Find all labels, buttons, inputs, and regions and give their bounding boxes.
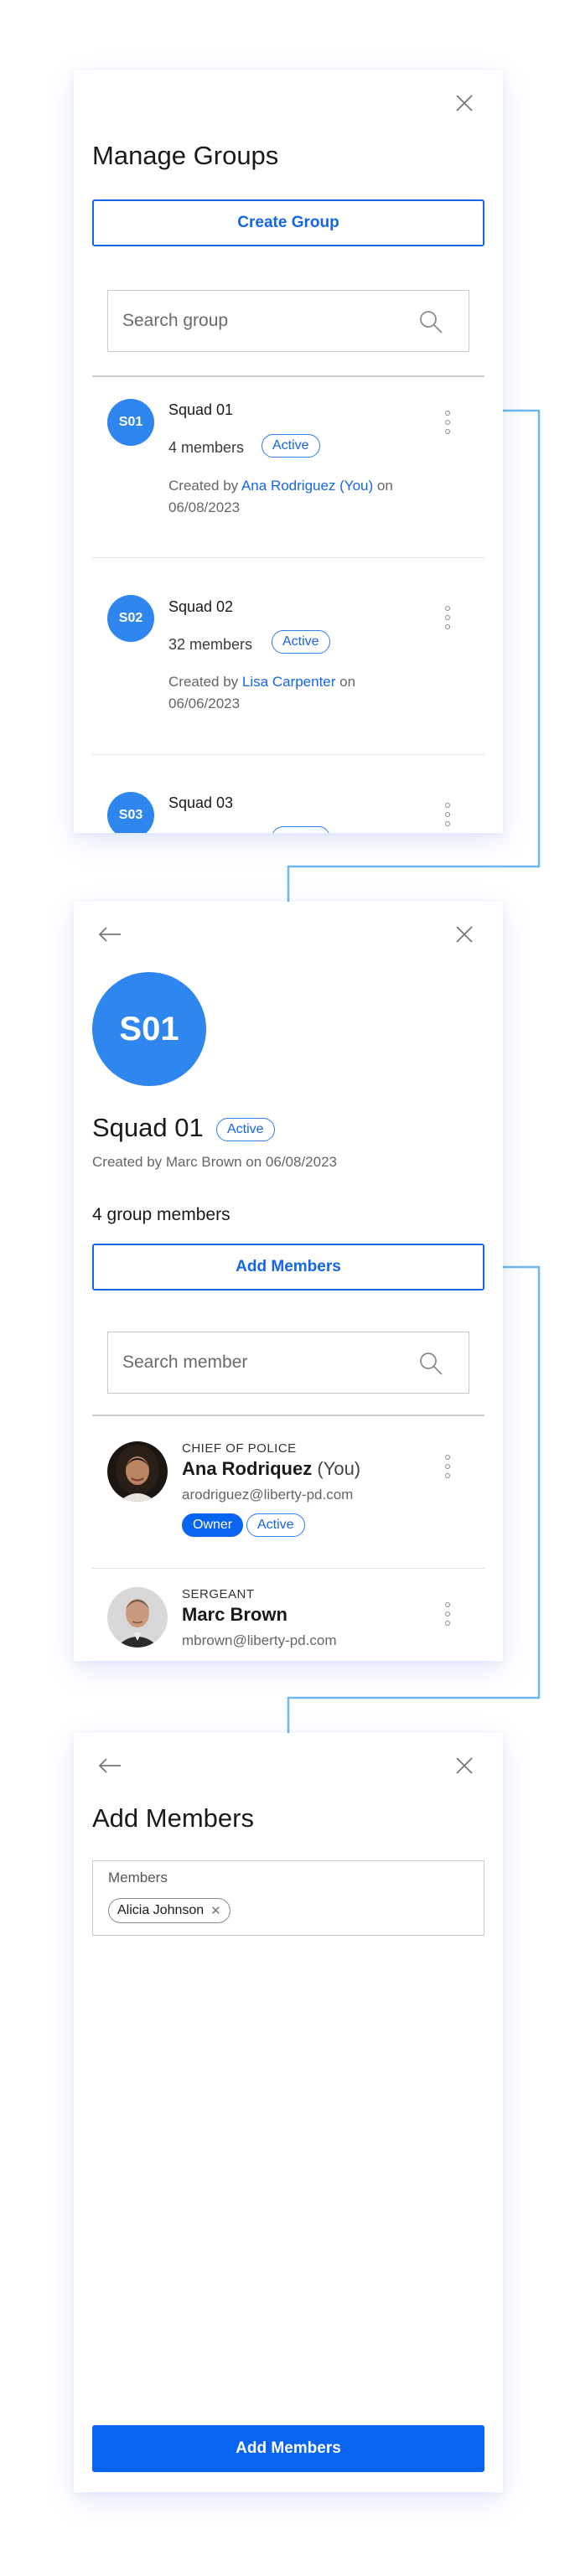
more-vertical-icon[interactable] — [443, 1455, 453, 1480]
member-role: CHIEF OF POLICE — [182, 1441, 297, 1456]
group-avatar-large: S01 — [92, 972, 206, 1086]
group-name: Squad 01 — [168, 401, 234, 418]
members-field-label: Members — [108, 1870, 168, 1885]
chip-label: Alicia Johnson — [117, 1903, 205, 1917]
add-members-panel: Add Members Members Alicia Johnson ✕ Add… — [74, 1733, 503, 2492]
group-member-count: 32 members — [168, 636, 253, 653]
divider — [92, 754, 484, 755]
back-arrow-icon[interactable] — [97, 925, 122, 944]
search-icon[interactable] — [418, 1351, 443, 1376]
status-badge — [272, 826, 330, 833]
remove-chip-icon[interactable]: ✕ — [210, 1903, 221, 1918]
created-prefix: Created by — [168, 674, 239, 690]
member-role: SERGEANT — [182, 1587, 255, 1601]
group-name: Squad 03 — [168, 794, 234, 811]
group-created-info: Created by Ana Rodriguez (You) on 06/08/… — [168, 475, 412, 519]
add-members-button[interactable]: Add Members — [92, 1244, 484, 1291]
member-email: mbrown@liberty-pd.com — [182, 1632, 337, 1648]
owner-badge: Owner — [182, 1513, 244, 1537]
member-name: Marc Brown — [182, 1604, 288, 1625]
page-title: Manage Groups — [92, 141, 279, 170]
page-title: Add Members — [92, 1803, 254, 1833]
status-badge: Active — [216, 1118, 275, 1141]
divider — [92, 375, 484, 377]
search-member-input[interactable]: Search member — [107, 1332, 469, 1394]
more-vertical-icon[interactable] — [443, 1602, 453, 1627]
more-vertical-icon[interactable] — [443, 803, 453, 828]
group-title: Squad 01 — [92, 1113, 204, 1142]
close-icon[interactable] — [455, 1756, 474, 1775]
member-email: arodriguez@liberty-pd.com — [182, 1487, 354, 1503]
divider — [92, 557, 484, 558]
search-icon[interactable] — [418, 309, 443, 334]
add-members-submit-button[interactable]: Add Members — [92, 2425, 484, 2472]
selected-member-chip[interactable]: Alicia Johnson ✕ — [108, 1898, 231, 1923]
group-member-count: 4 group members — [92, 1205, 231, 1224]
group-avatar: S03 — [107, 792, 154, 833]
create-group-button[interactable]: Create Group — [92, 199, 484, 246]
group-created-info: Created by Lisa Carpenter on 06/06/2023 — [168, 671, 412, 715]
member-name: Ana Rodriquez (You) — [182, 1458, 360, 1480]
member-avatar — [107, 1587, 168, 1648]
created-prefix: Created by — [168, 478, 239, 494]
creator-link[interactable]: Lisa Carpenter — [242, 674, 336, 690]
status-badge: Active — [246, 1513, 305, 1537]
more-vertical-icon[interactable] — [443, 411, 453, 436]
creator-link[interactable]: Ana Rodriguez (You) — [241, 478, 373, 494]
member-name-text: Ana Rodriquez — [182, 1458, 313, 1479]
close-icon[interactable] — [455, 925, 474, 944]
divider — [92, 1568, 484, 1569]
member-avatar — [107, 1441, 168, 1502]
back-arrow-icon[interactable] — [97, 1756, 122, 1775]
group-created-info: Created by Marc Brown on 06/08/2023 — [92, 1154, 338, 1170]
group-avatar: S02 — [107, 595, 154, 642]
status-badge: Active — [262, 434, 320, 458]
search-placeholder: Search member — [122, 1353, 248, 1372]
group-avatar: S01 — [107, 399, 154, 446]
group-detail-panel: S01 Squad 01 Active Created by Marc Brow… — [74, 902, 503, 1661]
search-placeholder: Search group — [122, 311, 229, 330]
status-badge: Active — [272, 630, 330, 654]
group-name: Squad 02 — [168, 598, 234, 615]
group-member-count: 4 members — [168, 439, 245, 456]
member-you-indicator: (You) — [317, 1458, 361, 1479]
close-icon[interactable] — [455, 94, 474, 112]
divider — [92, 1415, 484, 1416]
more-vertical-icon[interactable] — [443, 606, 453, 631]
members-select-field[interactable]: Members Alicia Johnson ✕ — [92, 1860, 484, 1936]
search-group-input[interactable]: Search group — [107, 290, 469, 352]
manage-groups-panel: Manage Groups Create Group Search group … — [74, 70, 503, 833]
